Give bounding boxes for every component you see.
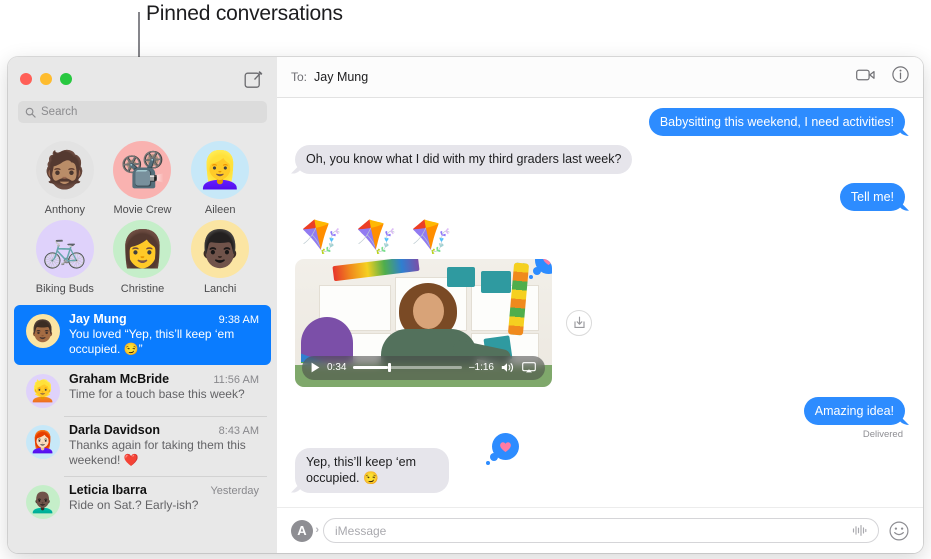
messages-window: Search 🧔🏽 Anthony 📽️ Movie Crew 👱‍♀️ Ail… [8,57,923,553]
avatar: 👨🏾 [26,314,60,348]
conversation-time: Yesterday [210,485,259,497]
pinned-item-label: Biking Buds [35,283,94,295]
pinned-item-aileen[interactable]: 👱‍♀️ Aileen [183,141,257,216]
search-container: Search [8,101,277,131]
avatar: 👨🏿 [191,220,250,278]
video-controls[interactable]: 0:34 –1:16 [302,355,545,380]
message-bubble-outgoing[interactable]: Tell me! [839,182,905,211]
smiley-icon[interactable] [889,521,909,541]
pinned-item-label: Anthony [44,204,86,216]
message-bubble-outgoing[interactable]: Babysitting this weekend, I need activit… [648,108,905,137]
message-row: Oh, you know what I did with my third gr… [295,145,905,174]
conversation-preview: Ride on Sat.? Early-ish? [69,498,199,512]
heart-icon [500,441,511,452]
message-input-placeholder: iMessage [335,523,387,538]
pinned-item-movie-crew[interactable]: 📽️ Movie Crew [105,141,179,216]
pinned-item-label: Aileen [204,204,236,216]
audio-waveform-icon[interactable] [852,524,867,537]
pinned-item-christine[interactable]: 👩 Christine [105,220,179,295]
pinned-item-label: Lanchi [203,283,237,295]
avatar: 👩🏻‍🦰 [26,425,60,459]
avatar: 👱 [26,374,60,408]
conversation-name: Graham McBride [69,372,170,386]
search-placeholder: Search [41,106,78,118]
search-input[interactable]: Search [18,101,267,123]
to-label: To: [291,70,308,84]
app-store-icon[interactable]: A › [291,519,319,542]
screenshot-root: Pinned conversations Search 🧔🏽 Anthony 📽… [0,0,931,559]
message-row: Tell me! [295,182,905,211]
pinned-item-lanchi[interactable]: 👨🏿 Lanchi [183,220,257,295]
zoom-button[interactable] [60,73,72,85]
pinned-item-label: Christine [120,283,165,295]
sidebar: Search 🧔🏽 Anthony 📽️ Movie Crew 👱‍♀️ Ail… [8,57,277,553]
search-icon [25,107,36,118]
message-input[interactable]: iMessage [323,518,879,543]
kite-emoji-message: 🪁🪁🪁 [301,217,467,255]
avatar: 👱‍♀️ [191,141,250,199]
delivery-status: Delivered [862,429,903,440]
message-bubble-outgoing-final[interactable]: Amazing idea! [803,396,905,425]
minimize-button[interactable] [40,73,52,85]
conversation-name: Darla Davidson [69,423,161,437]
conversation-row-graham-mcbride[interactable]: 👱 Graham McBride 11:56 AM Time for a tou… [14,365,271,416]
pinned-item-anthony[interactable]: 🧔🏽 Anthony [28,141,102,216]
conversation-time: 8:43 AM [218,425,259,437]
conversation-row-jay-mung[interactable]: 👨🏾 Jay Mung 9:38 AM You loved “Yep, this… [14,305,271,365]
avatar: 👨🏿‍🦲 [26,485,60,519]
message-row: Yep, this’ll keep ‘em occupied. 😏 [295,433,905,493]
callout-label: Pinned conversations [146,2,343,25]
chevron-right-icon: › [315,523,319,536]
recipient-name[interactable]: Jay Mung [314,70,368,84]
play-icon[interactable] [311,362,320,373]
conversation-time: 9:38 AM [218,314,259,326]
chat-pane: To: Jay Mung Babysitting this weekend, I… [277,57,923,553]
close-button[interactable] [20,73,32,85]
avatar: 📽️ [113,141,172,199]
video-remaining-time: –1:16 [468,362,494,374]
video-attachment-row: 0:34 –1:16 [295,258,905,387]
conversation-preview: Thanks again for taking them this weeken… [69,438,246,467]
heart-icon [543,258,552,266]
conversation-name: Leticia Ibarra [69,483,147,497]
conversation-row-leticia-ibarra[interactable]: 👨🏿‍🦲 Leticia Ibarra Yesterday Ride on Sa… [14,476,271,527]
avatar: 👩 [113,220,172,278]
avatar: 🚲 [35,220,94,278]
app-store-letter: A [297,523,307,538]
conversation-row-darla-davidson[interactable]: 👩🏻‍🦰 Darla Davidson 8:43 AM Thanks again… [14,416,271,476]
pinned-item-label: Movie Crew [113,204,172,216]
video-camera-icon[interactable] [856,68,875,87]
compose-bar: A › iMessage [277,507,923,553]
video-scrubber[interactable] [353,363,462,373]
window-controls[interactable] [20,73,72,85]
video-elapsed-time: 0:34 [327,362,347,374]
airplay-icon[interactable] [522,362,536,373]
message-row: Amazing idea! [295,396,905,425]
message-bubble-incoming[interactable]: Oh, you know what I did with my third gr… [295,145,633,174]
volume-icon[interactable] [501,362,515,373]
conversation-preview: Time for a touch base this week? [69,387,245,401]
chat-header: To: Jay Mung [277,57,923,98]
conversation-time: 11:56 AM [213,374,259,386]
conversation-name: Jay Mung [69,312,127,326]
sidebar-titlebar [8,57,277,101]
message-row: Babysitting this weekend, I need activit… [295,108,905,137]
compose-icon[interactable] [244,70,263,89]
video-attachment[interactable]: 0:34 –1:16 [295,258,552,387]
pinned-conversations-grid: 🧔🏽 Anthony 📽️ Movie Crew 👱‍♀️ Aileen 🚲 B… [8,131,277,301]
heart-reaction-badge[interactable] [486,433,520,465]
avatar: 🧔🏽 [35,141,94,199]
info-circle-icon[interactable] [892,66,909,88]
message-bubble-incoming-final[interactable]: Yep, this’ll keep ‘em occupied. 😏 [295,448,449,493]
conversation-preview: You loved “Yep, this’ll keep ‘em occupie… [69,327,235,356]
conversation-list: 👨🏾 Jay Mung 9:38 AM You loved “Yep, this… [8,305,277,553]
message-thread: Babysitting this weekend, I need activit… [277,98,923,507]
heart-reaction-badge[interactable] [529,258,552,279]
pinned-item-biking-buds[interactable]: 🚲 Biking Buds [28,220,102,295]
download-icon[interactable] [566,309,592,336]
